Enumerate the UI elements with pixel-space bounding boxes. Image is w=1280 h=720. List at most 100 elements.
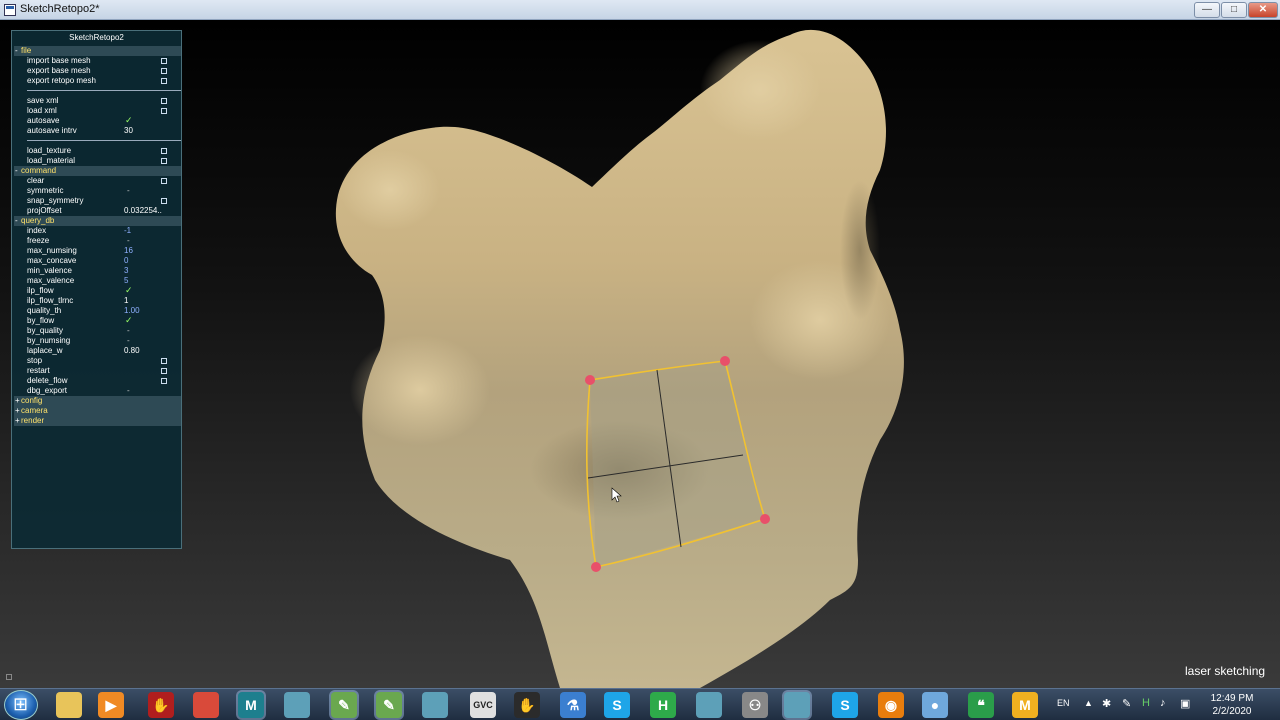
m-app-icon[interactable]: M: [1012, 692, 1038, 718]
panel-item-snap-symmetry[interactable]: snap_symmetry: [14, 196, 181, 206]
panel-item-freeze[interactable]: freeze -: [14, 236, 181, 246]
3d-viewport[interactable]: [0, 20, 1280, 688]
maximize-button[interactable]: □: [1221, 2, 1247, 18]
section-render[interactable]: + render: [14, 416, 181, 426]
panel-item-index[interactable]: index -1: [14, 226, 181, 236]
panel-item-delete-flow[interactable]: delete_flow: [14, 376, 181, 386]
section-config[interactable]: + config: [14, 396, 181, 406]
panel-item-laplace-w[interactable]: laplace_w 0.80: [14, 346, 181, 356]
unchecked-toggle[interactable]: -: [127, 386, 130, 396]
skype-icon-1[interactable]: S: [604, 692, 630, 718]
value-field[interactable]: 1: [124, 296, 128, 306]
panel-item-load-texture[interactable]: load_texture: [14, 146, 181, 156]
panel-item-symmetric[interactable]: symmetric -: [14, 186, 181, 196]
checkmark-icon[interactable]: ✓: [125, 315, 133, 325]
panel-item-ilp-flow-tlrnc[interactable]: ilp_flow_tlrnc 1: [14, 296, 181, 306]
panel-item-export-retopo-mesh[interactable]: export retopo mesh: [14, 76, 181, 86]
network-icon[interactable]: ▣: [1180, 697, 1190, 720]
volume-icon[interactable]: ♪: [1160, 697, 1166, 720]
panel-item-export-base-mesh[interactable]: export base mesh: [14, 66, 181, 76]
value-field[interactable]: 0.80: [124, 346, 140, 356]
section-toggle-icon[interactable]: -: [15, 46, 18, 56]
checkmark-icon[interactable]: ✓: [125, 115, 133, 125]
unchecked-toggle[interactable]: -: [127, 236, 130, 246]
checkmark-icon[interactable]: ✓: [125, 285, 133, 295]
action-button[interactable]: [161, 98, 167, 104]
action-button[interactable]: [161, 368, 167, 374]
media-player-icon[interactable]: ▶: [98, 692, 124, 718]
minimize-button[interactable]: —: [1194, 2, 1220, 18]
panel-item-ilp-flow[interactable]: ilp_flow ✓: [14, 285, 181, 296]
action-button[interactable]: [161, 158, 167, 164]
houdini-hand-icon[interactable]: ✋: [514, 692, 540, 718]
bluetooth-icon[interactable]: ✱: [1102, 697, 1111, 720]
action-button[interactable]: [161, 148, 167, 154]
action-button[interactable]: [161, 178, 167, 184]
section-toggle-icon[interactable]: +: [15, 406, 20, 416]
section-query-db[interactable]: - query_db: [14, 216, 181, 226]
panel-item-max-concave[interactable]: max_concave 0: [14, 256, 181, 266]
panel-item-save-xml[interactable]: save xml: [14, 96, 181, 106]
gvc-icon[interactable]: GVC: [470, 692, 496, 718]
action-button[interactable]: [161, 378, 167, 384]
section-file[interactable]: - file: [14, 46, 181, 56]
panel-item-clear[interactable]: clear: [14, 176, 181, 186]
app-red-icon[interactable]: ✋: [148, 692, 174, 718]
h-tray-icon[interactable]: H: [1142, 697, 1150, 720]
panel-item-restart[interactable]: restart: [14, 366, 181, 376]
value-field[interactable]: -1: [124, 226, 131, 236]
section-camera[interactable]: + camera: [14, 406, 181, 416]
panel-item-autosave[interactable]: autosave ✓: [14, 115, 181, 126]
window-icon-2[interactable]: [422, 692, 448, 718]
action-button[interactable]: [161, 78, 167, 84]
value-field[interactable]: 0.032254..: [124, 206, 162, 216]
section-toggle-icon[interactable]: -: [15, 166, 18, 176]
chrome-icon[interactable]: [193, 692, 219, 718]
skype-icon-2[interactable]: S: [832, 692, 858, 718]
unchecked-toggle[interactable]: -: [127, 186, 130, 196]
explorer-icon[interactable]: [56, 692, 82, 718]
blender-icon[interactable]: ◉: [878, 692, 904, 718]
notepad-icon-2[interactable]: ✎: [376, 692, 402, 718]
section-command[interactable]: - command: [14, 166, 181, 176]
panel-item-max-numsing[interactable]: max_numsing 16: [14, 246, 181, 256]
section-toggle-icon[interactable]: -: [15, 216, 18, 226]
close-button[interactable]: ✕: [1248, 2, 1278, 18]
language-indicator[interactable]: EN: [1057, 698, 1070, 720]
flask-icon[interactable]: ⚗: [560, 692, 586, 718]
panel-item-quality-th[interactable]: quality_th 1.00: [14, 306, 181, 316]
action-button[interactable]: [161, 58, 167, 64]
tray-expand-icon[interactable]: ▲: [1084, 698, 1093, 720]
maya-icon[interactable]: M: [238, 692, 264, 718]
action-button[interactable]: [161, 108, 167, 114]
panel-item-by-numsing[interactable]: by_numsing -: [14, 336, 181, 346]
panel-item-projoffset[interactable]: projOffset 0.032254..: [14, 206, 181, 216]
hangouts-icon[interactable]: ❝: [968, 692, 994, 718]
panel-item-min-valence[interactable]: min_valence 3: [14, 266, 181, 276]
panel-item-stop[interactable]: stop: [14, 356, 181, 366]
unchecked-toggle[interactable]: -: [127, 336, 130, 346]
notepad-icon-1[interactable]: ✎: [331, 692, 357, 718]
panel-item-autosave-intrv[interactable]: autosave intrv 30: [14, 126, 181, 136]
value-field[interactable]: 16: [124, 246, 133, 256]
value-field[interactable]: 30: [124, 126, 133, 136]
panel-item-import-base-mesh[interactable]: import base mesh: [14, 56, 181, 66]
value-field[interactable]: 0: [124, 256, 128, 266]
h-app-icon[interactable]: H: [650, 692, 676, 718]
section-toggle-icon[interactable]: +: [15, 416, 20, 426]
section-toggle-icon[interactable]: +: [15, 396, 20, 406]
people-icon[interactable]: ⚇: [742, 692, 768, 718]
value-field[interactable]: 3: [124, 266, 128, 276]
window-icon-4[interactable]: [784, 692, 810, 718]
action-button[interactable]: [161, 68, 167, 74]
panel-item-dbg-export[interactable]: dbg_export -: [14, 386, 181, 396]
panel-item-load-xml[interactable]: load xml: [14, 106, 181, 116]
panel-item-by-quality[interactable]: by_quality -: [14, 326, 181, 336]
window-icon-3[interactable]: [696, 692, 722, 718]
panel-item-max-valence[interactable]: max_valence 5: [14, 276, 181, 286]
panel-item-by-flow[interactable]: by_flow ✓: [14, 315, 181, 326]
circle-app-icon[interactable]: ●: [922, 692, 948, 718]
panel-item-load-material[interactable]: load_material: [14, 156, 181, 166]
start-button[interactable]: [4, 690, 38, 720]
action-button[interactable]: [161, 198, 167, 204]
